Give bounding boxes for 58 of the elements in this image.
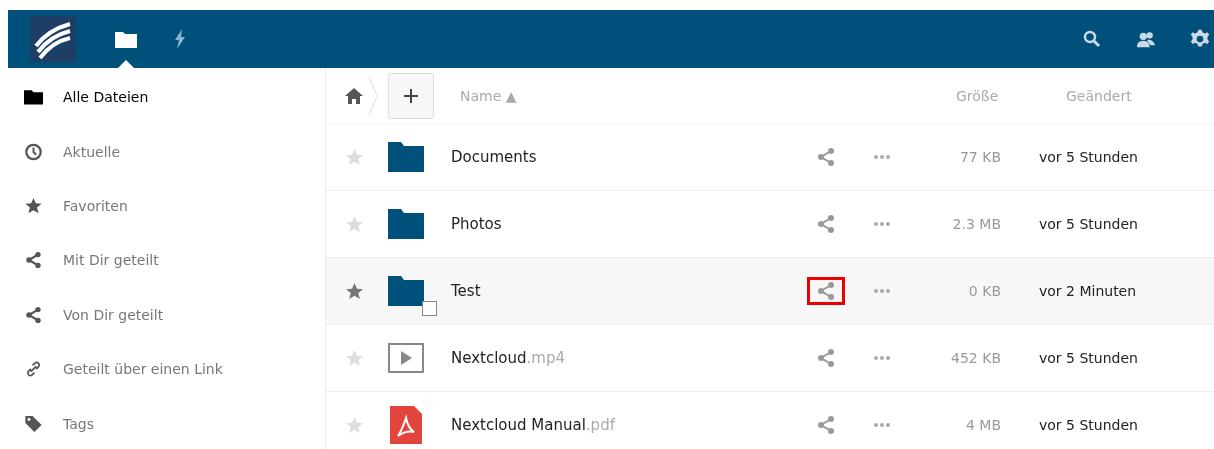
file-row[interactable]: Documents 77 KB vor 5 Stunden	[326, 124, 1214, 191]
folder-icon	[388, 276, 424, 306]
file-size: 0 KB	[967, 283, 1001, 299]
video-file-icon	[388, 343, 424, 373]
star-icon	[24, 197, 43, 216]
folder-icon	[388, 142, 424, 172]
file-row[interactable]: Nextcloud.mp4 452 KB vor 5 Stunden	[326, 325, 1214, 392]
contacts-icon[interactable]	[1136, 29, 1156, 49]
more-icon[interactable]	[873, 422, 891, 428]
folder-icon	[24, 88, 43, 107]
sidebar-item[interactable]: Tags	[8, 396, 325, 449]
file-row[interactable]: Test 0 KB vor 2 Minuten	[326, 258, 1214, 325]
more-icon[interactable]	[873, 355, 891, 361]
search-icon[interactable]	[1082, 29, 1102, 49]
plus-icon	[403, 87, 419, 104]
more-icon[interactable]	[873, 154, 891, 160]
star-icon[interactable]	[345, 281, 364, 301]
modified-time: vor 5 Stunden	[1039, 149, 1138, 165]
modified-time: vor 5 Stunden	[1039, 350, 1138, 366]
pdf-file-icon	[390, 406, 422, 444]
share-icon	[24, 251, 43, 270]
file-size: 452 KB	[950, 350, 1001, 366]
file-name[interactable]: Nextcloud Manual.pdf	[451, 416, 807, 434]
file-row[interactable]: Nextcloud Manual.pdf 4 MB vor 5 Stunden	[326, 392, 1214, 449]
file-size: 4 MB	[964, 417, 1001, 433]
sidebar-item[interactable]: Von Dir geteilt	[8, 287, 325, 343]
more-icon[interactable]	[873, 221, 891, 227]
home-icon[interactable]	[344, 86, 364, 105]
link-icon	[24, 360, 43, 379]
share-icon	[24, 305, 43, 324]
share-icon[interactable]	[807, 277, 845, 305]
file-size: 77 KB	[958, 149, 1001, 165]
file-name[interactable]: Documents	[451, 148, 807, 166]
folder-icon	[388, 209, 424, 239]
more-icon[interactable]	[873, 288, 891, 294]
sidebar-item[interactable]: Geteilt über einen Link	[8, 342, 325, 397]
sidebar-item[interactable]: Aktuelle	[8, 124, 325, 179]
file-name[interactable]: Photos	[451, 215, 807, 233]
file-size: 2.3 MB	[951, 216, 1001, 232]
checkbox[interactable]	[422, 301, 437, 316]
file-name[interactable]: Nextcloud.mp4	[451, 349, 807, 367]
star-icon[interactable]	[345, 214, 364, 234]
sidebar-item[interactable]: Alle Dateien	[8, 70, 325, 125]
logo-icon[interactable]	[30, 16, 76, 62]
sidebar-item[interactable]: Favoriten	[8, 178, 325, 234]
settings-icon[interactable]	[1190, 29, 1210, 49]
sidebar-item[interactable]: Mit Dir geteilt	[8, 233, 325, 288]
file-name[interactable]: Test	[451, 282, 807, 300]
star-icon[interactable]	[345, 147, 364, 167]
tag-icon	[24, 414, 43, 433]
modified-time: vor 5 Stunden	[1039, 216, 1138, 232]
clock-icon	[24, 142, 43, 161]
modified-time: vor 5 Stunden	[1039, 417, 1138, 433]
modified-time: vor 2 Minuten	[1039, 283, 1137, 299]
star-icon[interactable]	[345, 348, 364, 368]
star-icon[interactable]	[345, 415, 364, 435]
new-file-button[interactable]	[388, 72, 434, 119]
breadcrumb-separator-icon	[368, 75, 378, 116]
